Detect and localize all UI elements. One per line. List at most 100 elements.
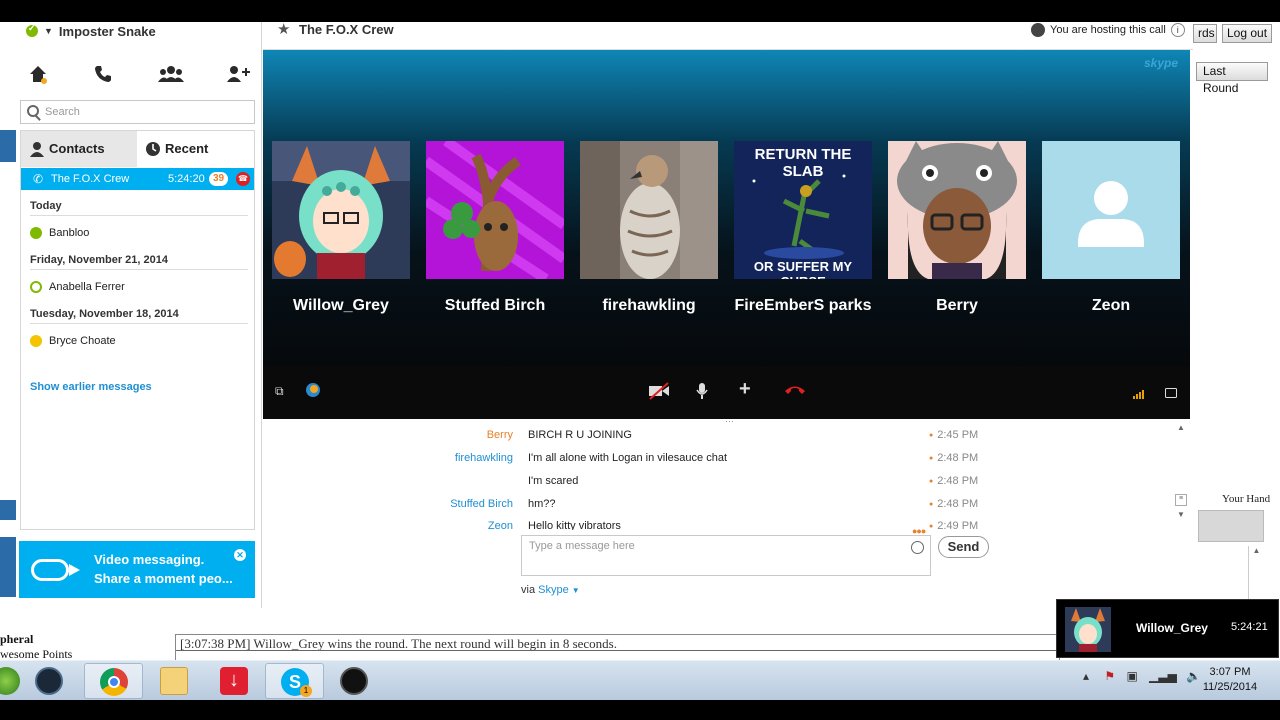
person-icon <box>30 142 44 157</box>
list-item[interactable]: Banbloo <box>30 227 89 239</box>
strip-chip <box>0 537 16 597</box>
scroll-down-icon[interactable]: ▼ <box>1173 510 1189 519</box>
list-item[interactable]: Anabella Ferrer <box>30 281 125 293</box>
screen-share-icon[interactable]: ⧉ <box>275 384 284 399</box>
chat-message: Zeon Hello kitty vibrators 2:49 PM <box>263 520 1183 530</box>
message-text: hm?? <box>528 498 556 510</box>
taskbar-obs[interactable] <box>325 663 384 699</box>
add-icon[interactable]: + <box>739 378 751 401</box>
participant-name: FireEmberS parks <box>734 297 872 314</box>
taskbar-skype[interactable]: S 1 <box>265 663 324 699</box>
participant-tile[interactable]: RETURN THE SLAB OR SUFFER MY CURSE FireE… <box>734 141 872 317</box>
tab-recent[interactable]: Recent <box>137 131 254 167</box>
cards-button[interactable]: rds <box>1193 24 1217 43</box>
participant-tile[interactable]: Berry <box>888 141 1026 317</box>
device-icon[interactable]: ▣ <box>1126 669 1137 683</box>
video-messaging-promo[interactable]: Video messaging. Share a moment peo... ✕ <box>19 541 255 598</box>
taskbar-steam[interactable] <box>20 663 79 699</box>
via-service[interactable]: Skype <box>538 584 569 596</box>
your-hand-label: Your Hand <box>1222 493 1271 505</box>
contacts-group-icon[interactable] <box>158 64 184 88</box>
participant-tile[interactable]: firehawkling <box>580 141 718 317</box>
home-icon[interactable] <box>26 64 50 88</box>
promo-title: Video messaging. <box>94 552 205 567</box>
hang-up-icon[interactable]: ☎ <box>236 172 250 186</box>
message-time: 2:49 PM <box>929 520 978 530</box>
windows-orb-icon <box>0 667 20 695</box>
obs-icon <box>340 667 368 695</box>
fullscreen-icon[interactable] <box>1165 385 1177 403</box>
message-sender[interactable]: firehawkling <box>455 452 513 464</box>
clock[interactable]: 3:07 PM 11/25/2014 <box>1195 665 1265 695</box>
divider <box>30 269 248 270</box>
send-button[interactable]: Send <box>938 536 989 558</box>
last-round-button[interactable]: Last Round <box>1196 62 1268 95</box>
message-sender[interactable]: Zeon <box>488 520 513 530</box>
signal-strength-icon[interactable] <box>1133 386 1147 404</box>
show-earlier-messages-link[interactable]: Show earlier messages <box>30 381 152 393</box>
message-sender[interactable]: Stuffed Birch <box>450 498 513 510</box>
avatar-caption-bottom: OR SUFFER MY CURSE <box>753 259 853 279</box>
skype-sidebar: ▼ Imposter Snake Search Contacts Recent <box>18 22 279 608</box>
nav-bar <box>18 64 262 88</box>
strip-chip <box>0 500 16 520</box>
message-input[interactable]: Type a message here <box>521 535 931 576</box>
call-toast[interactable]: Willow_Grey 5:24:21 <box>1056 599 1279 658</box>
tray-expand-icon[interactable]: ▴ <box>1083 669 1089 683</box>
hand-card-slot[interactable] <box>1198 510 1264 542</box>
folder-icon <box>160 667 188 695</box>
toast-name: Willow_Grey <box>1136 621 1208 635</box>
chat-message: Berry BIRCH R U JOINING 2:45 PM <box>263 429 1183 452</box>
chevron-down-icon[interactable]: ▼ <box>44 26 53 36</box>
logout-button[interactable]: Log out <box>1222 24 1273 43</box>
video-off-icon[interactable] <box>648 382 670 405</box>
emoticon-icon[interactable] <box>911 541 924 554</box>
contact-name: Bryce Choate <box>49 335 116 347</box>
participant-tile[interactable]: Willow_Grey <box>272 141 410 317</box>
chat-scrollbar[interactable]: ▲ ≡ ▼ <box>1173 423 1189 530</box>
date-heading: Tuesday, November 18, 2014 <box>30 308 179 320</box>
scroll-up-icon[interactable]: ▲ <box>1173 423 1189 432</box>
list-item[interactable]: Bryce Choate <box>30 335 116 347</box>
microphone-icon[interactable] <box>695 382 709 405</box>
active-call-item[interactable]: ✆ The F.O.X Crew 5:24:20 39 ☎ <box>21 168 254 190</box>
log-separator <box>176 650 1059 651</box>
chevron-down-icon[interactable]: ▼ <box>572 586 580 595</box>
system-tray: ▴ ⚑ ▣ ▁▃▅ 🔈 <box>1083 669 1201 683</box>
scroll-thumb[interactable]: ≡ <box>1175 494 1187 506</box>
via-selector[interactable]: via Skype ▼ <box>521 584 580 596</box>
taskbar-explorer[interactable] <box>145 663 204 699</box>
clock-time: 3:07 PM <box>1209 666 1251 678</box>
participant-tile[interactable]: Stuffed Birch <box>426 141 564 317</box>
chat-area: ··· Berry BIRCH R U JOINING 2:45 PM fire… <box>263 416 1190 608</box>
participant-tile[interactable]: Zeon <box>1042 141 1180 317</box>
search-input[interactable]: Search <box>20 100 255 124</box>
chrome-icon <box>100 668 128 696</box>
close-icon[interactable]: ✕ <box>234 549 246 561</box>
add-contact-icon[interactable] <box>225 64 251 88</box>
promo-subtitle: Share a moment peo... <box>94 571 233 586</box>
taskbar-downloader[interactable]: ↓ <box>205 663 264 699</box>
call-stage: skype Willow_Grey Stuffed Birch firehawk… <box>263 50 1190 419</box>
signal-icon[interactable]: ▁▃▅ <box>1149 669 1177 683</box>
contact-list-panel: Contacts Recent ✆ The F.O.X Crew 5:24:20… <box>20 130 255 530</box>
tab-contacts[interactable]: Contacts <box>21 131 137 167</box>
user-profile[interactable]: ▼ Imposter Snake <box>26 22 156 40</box>
network-warning-icon[interactable]: ⚑ <box>1104 669 1115 683</box>
avatar <box>888 141 1026 279</box>
unread-badge: 39 <box>209 172 229 186</box>
info-icon[interactable]: i <box>1170 23 1185 37</box>
hang-up-icon[interactable] <box>783 382 807 401</box>
message-time: 2:48 PM <box>929 498 978 510</box>
chat-bubble-icon[interactable] <box>305 382 321 403</box>
resize-handle[interactable]: ··· <box>725 416 734 426</box>
call-duration: 5:24:20 <box>168 173 205 185</box>
participant-name: Willow_Grey <box>293 297 389 314</box>
default-avatar-icon <box>1078 181 1144 247</box>
message-sender[interactable]: Berry <box>487 429 513 441</box>
phone-icon[interactable] <box>91 64 115 88</box>
start-button[interactable] <box>0 663 20 699</box>
taskbar-chrome[interactable] <box>84 663 143 699</box>
star-icon[interactable]: ★ <box>277 20 290 38</box>
search-icon <box>27 105 39 117</box>
